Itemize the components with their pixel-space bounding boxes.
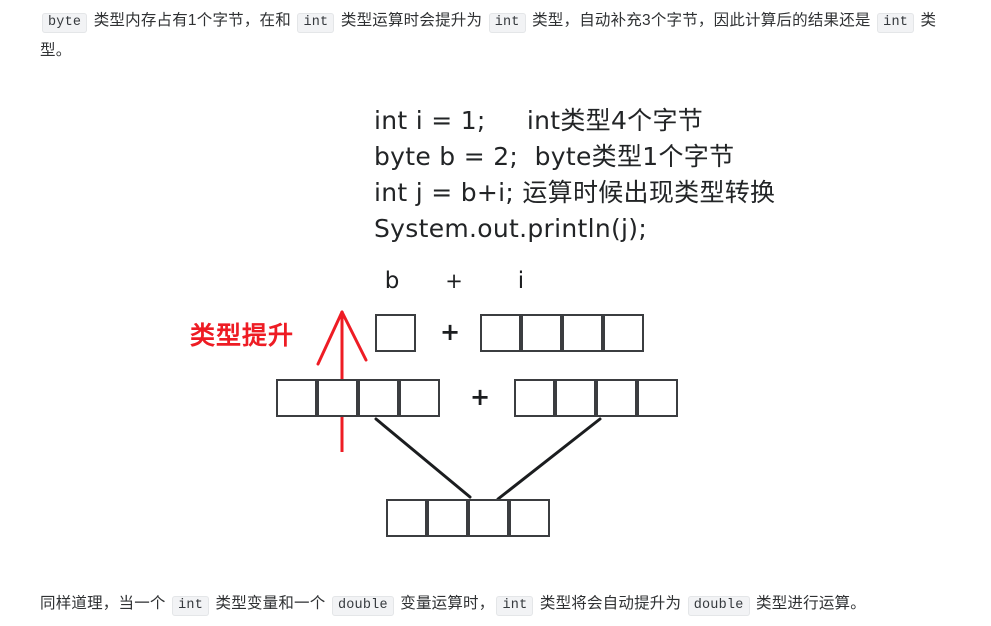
conclusion-text: 同样道理，当一个 — [40, 595, 171, 612]
intro-code-chip: byte — [42, 13, 88, 33]
byte-cell — [468, 499, 509, 537]
promoted-byte-box-group — [276, 379, 440, 417]
byte-cell — [596, 379, 637, 417]
byte-cell — [427, 499, 468, 537]
converging-connector-lines — [374, 417, 602, 501]
intro-code-chip: int — [297, 13, 335, 33]
conclusion-code-chip: int — [172, 596, 210, 616]
plus-operator-row2: + — [470, 383, 491, 411]
intro-text: 类型内存占有1个字节，在和 — [89, 12, 296, 29]
operand-label-i: i — [517, 268, 525, 294]
byte-cell — [637, 379, 678, 417]
conclusion-text: 类型进行运算。 — [751, 595, 866, 612]
byte-cell — [514, 379, 555, 417]
up-arrow-icon — [316, 310, 368, 452]
plus-operator-row1: + — [440, 318, 461, 346]
byte-cell — [386, 499, 427, 537]
byte-cell — [399, 379, 440, 417]
result-box-group — [386, 499, 550, 537]
byte-cell — [358, 379, 399, 417]
conclusion-code-chip: double — [331, 596, 394, 616]
conclusion-text: 类型将会自动提升为 — [535, 595, 686, 612]
code-listing: int i = 1; int类型4个字节 byte b = 2; byte类型1个… — [374, 103, 775, 247]
byte-box-group — [375, 314, 416, 352]
intro-paragraph: byte 类型内存占有1个字节，在和 int 类型运算时会提升为 int 类型，… — [40, 7, 955, 65]
code-line: System.out.println(j); — [374, 214, 648, 243]
operand-label-b: b — [384, 268, 400, 294]
type-promotion-figure: int i = 1; int类型4个字节 byte b = 2; byte类型1个… — [0, 80, 991, 570]
intro-text: 类型，自动补充3个字节，因此计算后的结果还是 — [527, 12, 876, 29]
byte-cell — [375, 314, 416, 352]
byte-cell — [521, 314, 562, 352]
byte-cell — [509, 499, 550, 537]
intro-text: 类型运算时会提升为 — [336, 12, 487, 29]
conclusion-code-chip: int — [496, 596, 534, 616]
byte-cell — [603, 314, 644, 352]
byte-cell — [555, 379, 596, 417]
kept-int-box-group — [514, 379, 678, 417]
intro-code-chip: int — [877, 13, 915, 33]
operand-label-plus: + — [445, 269, 463, 293]
code-line: int i = 1; int类型4个字节 — [374, 106, 704, 135]
code-line: int j = b+i; 运算时候出现类型转换 — [374, 178, 776, 207]
type-promotion-label: 类型提升 — [190, 321, 295, 350]
byte-cell — [317, 379, 358, 417]
conclusion-paragraph: 同样道理，当一个 int 类型变量和一个 double 变量运算时， int 类型… — [40, 590, 955, 620]
conclusion-text: 变量运算时， — [395, 595, 495, 612]
byte-cell — [480, 314, 521, 352]
intro-code-chip: int — [488, 13, 526, 33]
code-line: byte b = 2; byte类型1个字节 — [374, 142, 735, 171]
byte-cell — [562, 314, 603, 352]
byte-cell — [276, 379, 317, 417]
conclusion-code-chip: double — [687, 596, 750, 616]
int-box-group — [480, 314, 644, 352]
conclusion-text: 类型变量和一个 — [211, 595, 330, 612]
